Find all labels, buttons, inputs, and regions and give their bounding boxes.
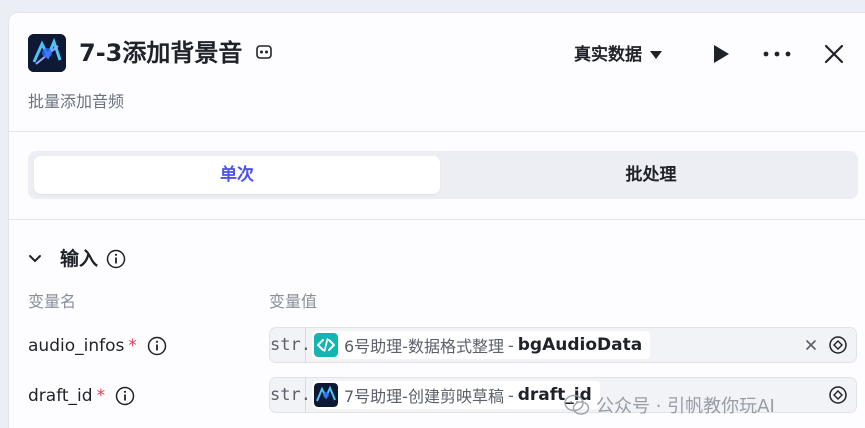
data-mode-label: 真实数据 <box>574 45 642 65</box>
param-name-audio-infos: audio_infos * <box>28 334 167 358</box>
node-logo-icon <box>28 34 66 72</box>
watermark: 公众号 · 引帆教你玩AI <box>564 392 775 418</box>
required-mark: * <box>96 386 106 406</box>
chip-separator: - <box>507 335 514 355</box>
node-panel: 7-3添加背景音 批量添加音频 真实数据 单次 批处理 输入 变量名 变量值 a… <box>8 12 865 428</box>
type-tag: str. <box>270 377 311 413</box>
type-tag: str. <box>270 327 311 363</box>
tab-single[interactable]: 单次 <box>34 156 440 194</box>
source-variable-name: bgAudioData <box>517 335 643 355</box>
param-value-field-audio-infos[interactable]: str. 6号助理-数据格式整理 - bgAudioData <box>269 327 857 363</box>
source-node-name: 7号助理-创建剪映草稿 <box>344 387 504 406</box>
variable-picker-icon[interactable] <box>828 335 848 355</box>
variable-picker-icon[interactable] <box>828 385 848 405</box>
clear-icon[interactable] <box>806 340 816 350</box>
info-icon[interactable] <box>106 249 126 269</box>
code-icon <box>314 333 338 357</box>
section-title: 输入 <box>60 248 99 270</box>
tab-batch[interactable]: 批处理 <box>448 156 854 194</box>
param-name-draft-id: draft_id * <box>28 384 135 408</box>
data-mode-select[interactable]: 真实数据 <box>574 43 662 67</box>
chevron-down-icon[interactable] <box>28 254 42 264</box>
plugin-badge-icon[interactable] <box>255 43 273 61</box>
header-divider <box>9 131 865 132</box>
run-mode-tabs: 单次 批处理 <box>28 151 858 199</box>
caret-down-icon <box>650 51 662 59</box>
close-icon[interactable] <box>824 44 844 64</box>
panel-header: 7-3添加背景音 批量添加音频 真实数据 <box>9 13 865 131</box>
app-logo-icon <box>314 383 338 407</box>
more-icon[interactable] <box>763 51 791 57</box>
required-mark: * <box>128 336 137 356</box>
input-section-header[interactable]: 输入 <box>28 247 126 271</box>
source-node-name: 6号助理-数据格式整理 <box>344 337 504 356</box>
play-icon[interactable] <box>711 43 731 65</box>
node-description: 批量添加音频 <box>28 92 125 111</box>
column-header-name: 变量名 <box>28 292 77 311</box>
column-header-value: 变量值 <box>269 292 318 311</box>
info-icon[interactable] <box>115 386 135 406</box>
variable-reference-chip[interactable]: 7号助理-创建剪映草稿 - draft_id <box>312 381 600 409</box>
tabs-divider <box>9 219 865 220</box>
wechat-icon <box>564 394 590 415</box>
watermark-text: 公众号 · 引帆教你玩AI <box>596 396 775 417</box>
chip-separator: - <box>507 385 514 405</box>
param-name-text: audio_infos <box>28 336 125 356</box>
param-name-text: draft_id <box>28 386 93 406</box>
variable-reference-chip[interactable]: 6号助理-数据格式整理 - bgAudioData <box>312 331 651 359</box>
info-icon[interactable] <box>147 336 167 356</box>
node-title: 7-3添加背景音 <box>79 39 243 67</box>
